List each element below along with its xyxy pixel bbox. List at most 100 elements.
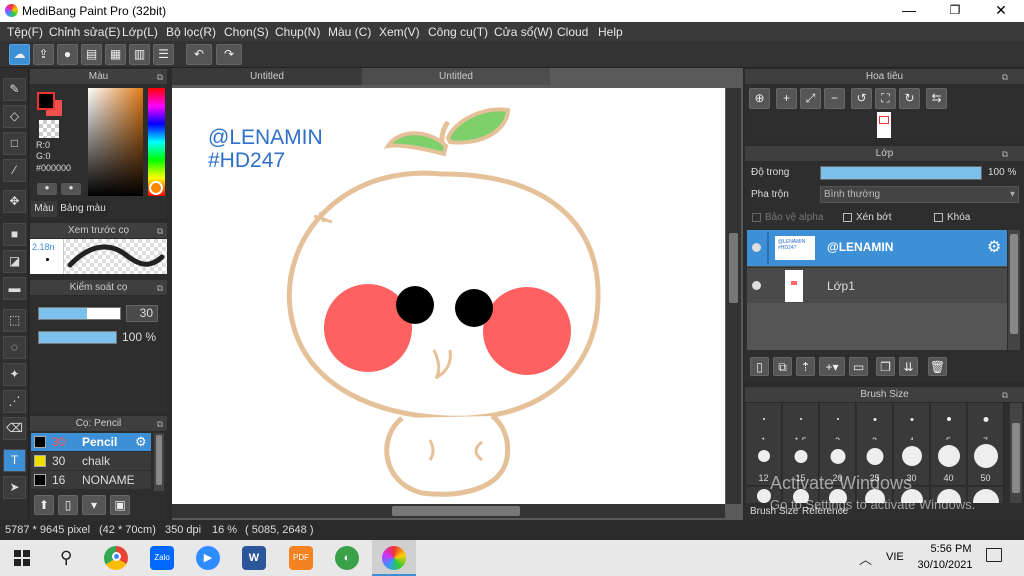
zoom-out-icon[interactable]: − (824, 88, 845, 109)
brush-opacity-slider[interactable] (38, 331, 117, 344)
medibang-taskbar-item[interactable] (372, 540, 416, 576)
hue-slider[interactable] (148, 88, 165, 196)
undo-icon[interactable]: ↶ (186, 44, 212, 65)
brush-tool-icon[interactable]: ✎ (3, 78, 26, 101)
pin-icon[interactable]: ⧉ (1002, 387, 1008, 403)
app-icon[interactable]: ◐ (335, 546, 359, 570)
visibility-icon[interactable] (752, 281, 761, 290)
folder-icon[interactable]: ▭ (849, 357, 868, 376)
brush-size-cell[interactable]: 40 (931, 440, 967, 486)
brush-options-icon[interactable]: ▾ (82, 495, 106, 515)
select-pen-tool-icon[interactable]: ⋰ (3, 390, 26, 413)
menu-select[interactable]: Chọn(S) (224, 25, 269, 39)
color-saturation-picker[interactable] (88, 88, 143, 196)
brush-item-chalk[interactable]: 30 chalk (31, 452, 151, 470)
bucket-tool-icon[interactable]: ◪ (3, 250, 26, 273)
menu-edit[interactable]: Chỉnh sửa(E) (49, 25, 120, 39)
menu-window[interactable]: Cửa sổ(W) (494, 25, 553, 39)
rotate-right-icon[interactable]: ↻ (899, 88, 920, 109)
flip-icon[interactable]: ⇆ (926, 88, 947, 109)
text-tool-icon[interactable]: T (3, 449, 26, 472)
brush-list-scrollbar[interactable] (154, 433, 164, 491)
zalo-icon[interactable]: Zalo (150, 546, 174, 570)
chat-icon[interactable]: ● (57, 44, 78, 65)
notification-icon[interactable] (986, 548, 1002, 562)
brush-settings-icon[interactable]: ▣ (110, 495, 130, 515)
upload-icon[interactable]: ⇪ (33, 44, 54, 65)
select-eraser-tool-icon[interactable]: ⌫ (3, 417, 26, 440)
close-button[interactable]: ✕ (978, 2, 1024, 19)
drawing-canvas[interactable]: @LENAMIN #HD247 (172, 88, 725, 504)
clock-date[interactable]: 30/10/2021 (912, 559, 978, 571)
brush-size-scrollbar[interactable] (1010, 403, 1022, 503)
add-brush-icon[interactable]: ⬆ (34, 495, 54, 515)
menu-view[interactable]: Xem(V) (379, 25, 420, 39)
pin-icon[interactable]: ⧉ (157, 280, 163, 296)
duplicate-icon[interactable]: ❐ (876, 357, 895, 376)
brush-size-cell[interactable]: 50 (968, 440, 1004, 486)
blend-mode-select[interactable]: Bình thường ▾ (820, 186, 1019, 203)
swap-color-icon[interactable]: ● (61, 183, 81, 195)
search-icon[interactable]: ⚲ (60, 548, 72, 568)
fit-screen-icon[interactable]: ⤢ (800, 88, 821, 109)
layer-row-lenamin[interactable]: @LENAMIN #HD247 @LENAMIN ⚙ (747, 230, 1007, 266)
new-layer-icon[interactable]: ▯ (750, 357, 769, 376)
chevron-up-icon[interactable]: ︿ (859, 549, 872, 568)
fill-rect-tool-icon[interactable]: ■ (3, 223, 26, 246)
brush-size-value[interactable]: 30 (126, 305, 158, 322)
minimize-button[interactable]: — (886, 2, 932, 18)
menu-filter[interactable]: Bộ lọc(R) (166, 25, 216, 39)
add-layer-menu-icon[interactable]: +▾ (819, 357, 845, 376)
pin-icon[interactable]: ⧉ (157, 223, 163, 239)
maximize-button[interactable]: ❐ (932, 3, 978, 17)
lasso-tool-icon[interactable]: ◌ (3, 336, 26, 359)
pin-icon[interactable]: ⧉ (157, 416, 163, 432)
layer-row-lop1[interactable]: Lớp1 (747, 267, 1007, 303)
copy-layer-icon[interactable]: ⧉ (773, 357, 792, 376)
zoom-icon[interactable]: ▶ (196, 546, 220, 570)
list-icon[interactable]: ☰ (153, 44, 174, 65)
chrome-icon[interactable] (104, 546, 128, 570)
language-indicator[interactable]: VIE (886, 551, 904, 563)
gradient-tool-icon[interactable]: ▬ (3, 277, 26, 300)
foreground-color-swatch[interactable] (37, 92, 55, 110)
protect-alpha-checkbox[interactable]: Bảo vệ alpha (752, 212, 823, 223)
tab-palette[interactable]: Bảng màu (58, 201, 108, 217)
delete-layer-icon[interactable]: 🗑 (928, 357, 947, 376)
lock-checkbox[interactable]: Khóa (934, 212, 970, 223)
layer-opacity-slider[interactable] (820, 166, 982, 180)
canvas-horizontal-scrollbar[interactable] (172, 504, 725, 518)
brush-item-noname[interactable]: 16 NONAME (31, 471, 151, 489)
redo-icon[interactable]: ↷ (216, 44, 242, 65)
clock-time[interactable]: 5:56 PM (925, 543, 977, 555)
pin-icon[interactable]: ⧉ (1002, 69, 1008, 85)
canvas-vertical-scrollbar[interactable] (726, 88, 741, 504)
layer-list-scrollbar[interactable] (1008, 230, 1020, 350)
menu-help[interactable]: Help (598, 25, 623, 39)
menu-layer[interactable]: Lớp(L) (122, 25, 158, 39)
doc-tab-1[interactable]: Untitled (172, 68, 362, 85)
comment-icon[interactable]: ▤ (81, 44, 102, 65)
hue-handle[interactable] (149, 181, 163, 195)
dot-pen-icon[interactable]: ⁄ (3, 159, 26, 182)
zoom-in-icon[interactable]: ⊕ (749, 88, 770, 109)
select-rect-tool-icon[interactable]: ⬚ (3, 309, 26, 332)
document-icon[interactable]: ▦ (105, 44, 126, 65)
rectangle-tool-icon[interactable]: □ (3, 132, 26, 155)
pin-icon[interactable]: ⧉ (1002, 146, 1008, 162)
zoom-plus-icon[interactable]: + (776, 88, 797, 109)
menu-cloud[interactable]: Cloud (557, 25, 588, 39)
eraser-tool-icon[interactable]: ◇ (3, 105, 26, 128)
cloud-icon[interactable]: ☁ (9, 44, 30, 65)
visibility-icon[interactable] (752, 243, 761, 252)
menu-tools[interactable]: Công cụ(T) (428, 25, 488, 39)
brush-size-slider[interactable] (38, 307, 121, 320)
menu-capture[interactable]: Chụp(N) (275, 25, 320, 39)
windows-start-icon[interactable] (14, 550, 30, 566)
merge-down-icon[interactable]: ⇊ (899, 357, 918, 376)
grid-icon[interactable]: ▥ (129, 44, 150, 65)
operation-tool-icon[interactable]: ➤ (3, 476, 26, 499)
import-layer-icon[interactable]: ⇡ (796, 357, 815, 376)
pin-icon[interactable]: ⧉ (157, 69, 163, 85)
gear-icon[interactable]: ⚙ (987, 237, 1001, 257)
